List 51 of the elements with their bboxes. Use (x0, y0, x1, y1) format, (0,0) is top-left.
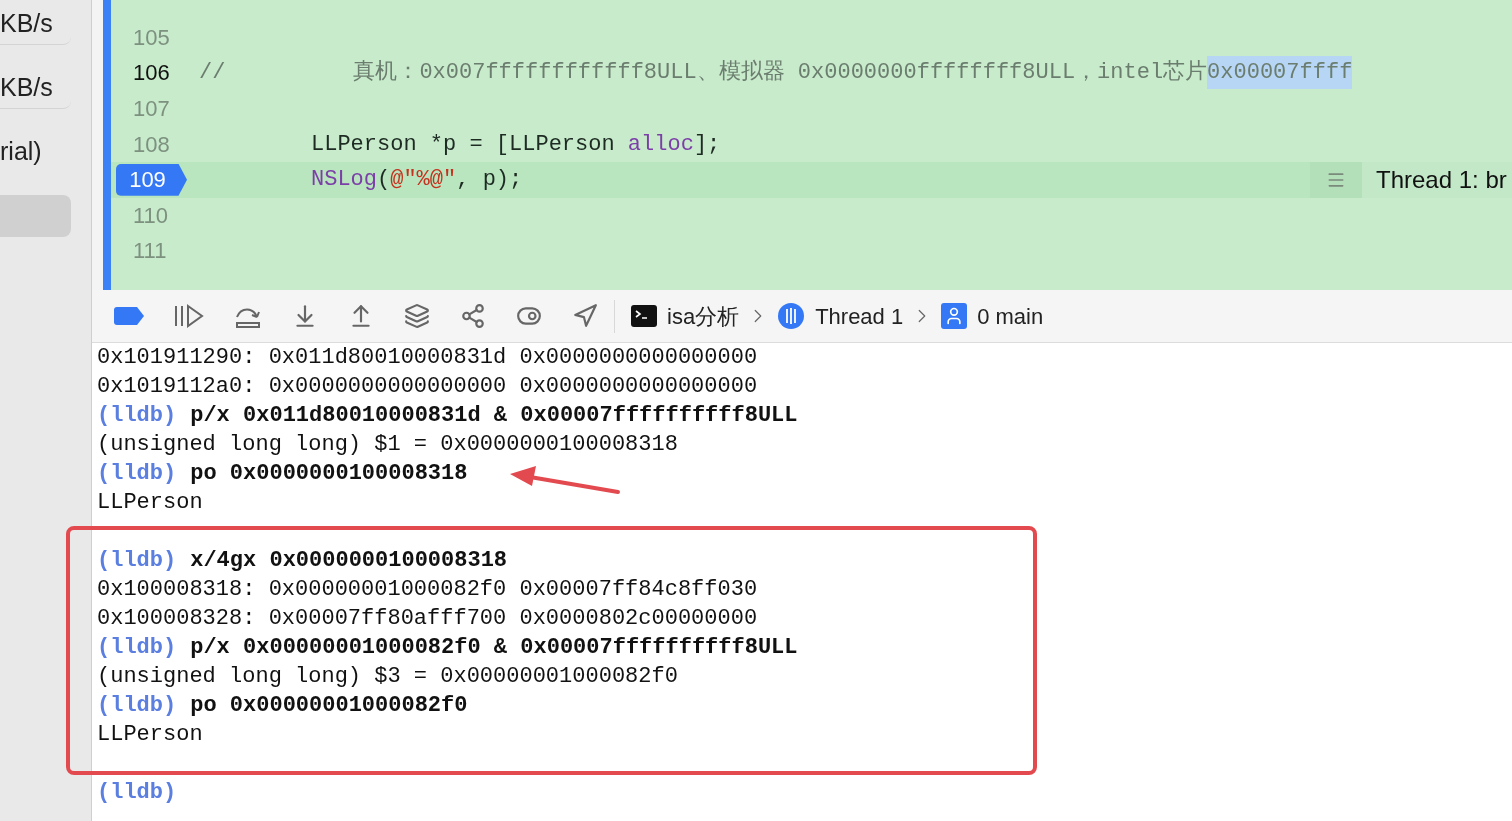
lldb-prompt: (lldb) (97, 692, 177, 720)
console-command: po 0x0000000100008318 (190, 460, 468, 488)
console-output: 0x100008318: 0x00000001000082f0 0x00007ff84c8ff030 (97, 576, 758, 604)
code-token: @"%@" (390, 166, 457, 195)
lldb-prompt: (lldb) (97, 634, 177, 662)
code-token: , p); (456, 166, 523, 195)
console-command: po 0x00000001000082f0 (190, 692, 468, 720)
graph-icon[interactable] (460, 303, 486, 329)
layers-icon[interactable] (404, 303, 430, 329)
code-token: alloc (627, 130, 694, 159)
user-icon (941, 303, 968, 329)
code-token: 0x00007ffff (1207, 56, 1353, 90)
terminal-icon (631, 305, 657, 327)
thread-icon (777, 302, 806, 330)
code-token: ]; (693, 130, 721, 159)
lldb-prompt: (lldb) (97, 779, 177, 807)
console-output: LLPerson (97, 721, 203, 749)
line-number: 108 (133, 130, 170, 159)
continue-icon[interactable] (174, 304, 204, 328)
breakpoint-toggle-icon[interactable] (114, 307, 144, 325)
console-output: 0x100008328: 0x00007ff80afff700 0x0000802c00000000 (97, 605, 758, 633)
console-output: 0x101911290: 0x011d80010000831d 0x0000000000000000 (97, 344, 758, 372)
line-number: 106 (133, 59, 170, 88)
code-token: NSLog (311, 166, 377, 195)
line-number: 105 (133, 23, 170, 52)
location-icon[interactable] (572, 303, 598, 329)
console-output: (unsigned long long) $1 = 0x0000000100008318 (97, 431, 678, 459)
line-number: 111 (133, 237, 167, 266)
sidebar-item[interactable]: KB/s (0, 67, 71, 109)
breadcrumb[interactable]: isa分析 (667, 299, 740, 333)
code-comment: // (199, 59, 226, 88)
sidebar-item[interactable]: rial) (0, 131, 71, 173)
code-comment: 真机：0x007ffffffffffff8ULL、模拟器 0x0000000ffffffff8ULL，intel芯片 (353, 58, 1208, 88)
code-token: ( (377, 166, 391, 195)
lldb-prompt: (lldb) (97, 460, 177, 488)
breadcrumb[interactable]: Thread 1 (815, 299, 904, 333)
line-number: 109 (116, 163, 187, 196)
breadcrumb[interactable]: 0 main (977, 299, 1044, 333)
console-output: 0x1019112a0: 0x0000000000000000 0x0000000000000000 (97, 373, 758, 401)
lldb-prompt: (lldb) (97, 402, 177, 430)
thread-annotation: Thread 1: br (1362, 161, 1512, 198)
console-output: (unsigned long long) $3 = 0x00000001000082f0 (97, 663, 678, 691)
line-number: 107 (133, 95, 170, 124)
console-command: x/4gx 0x0000000100008318 (190, 547, 508, 575)
sidebar-item[interactable]: KB/s (0, 3, 71, 45)
console-command: p/x 0x00000001000082f0 & 0x00007ffffffffff8ULL (190, 634, 798, 662)
console-output: LLPerson (97, 489, 203, 517)
lldb-prompt: (lldb) (97, 547, 177, 575)
console-command: p/x 0x011d80010000831d & 0x00007ffffffffff8ULL (190, 402, 798, 430)
code-token: LLPerson *p = [LLPerson (311, 130, 616, 159)
line-number: 110 (133, 201, 169, 230)
